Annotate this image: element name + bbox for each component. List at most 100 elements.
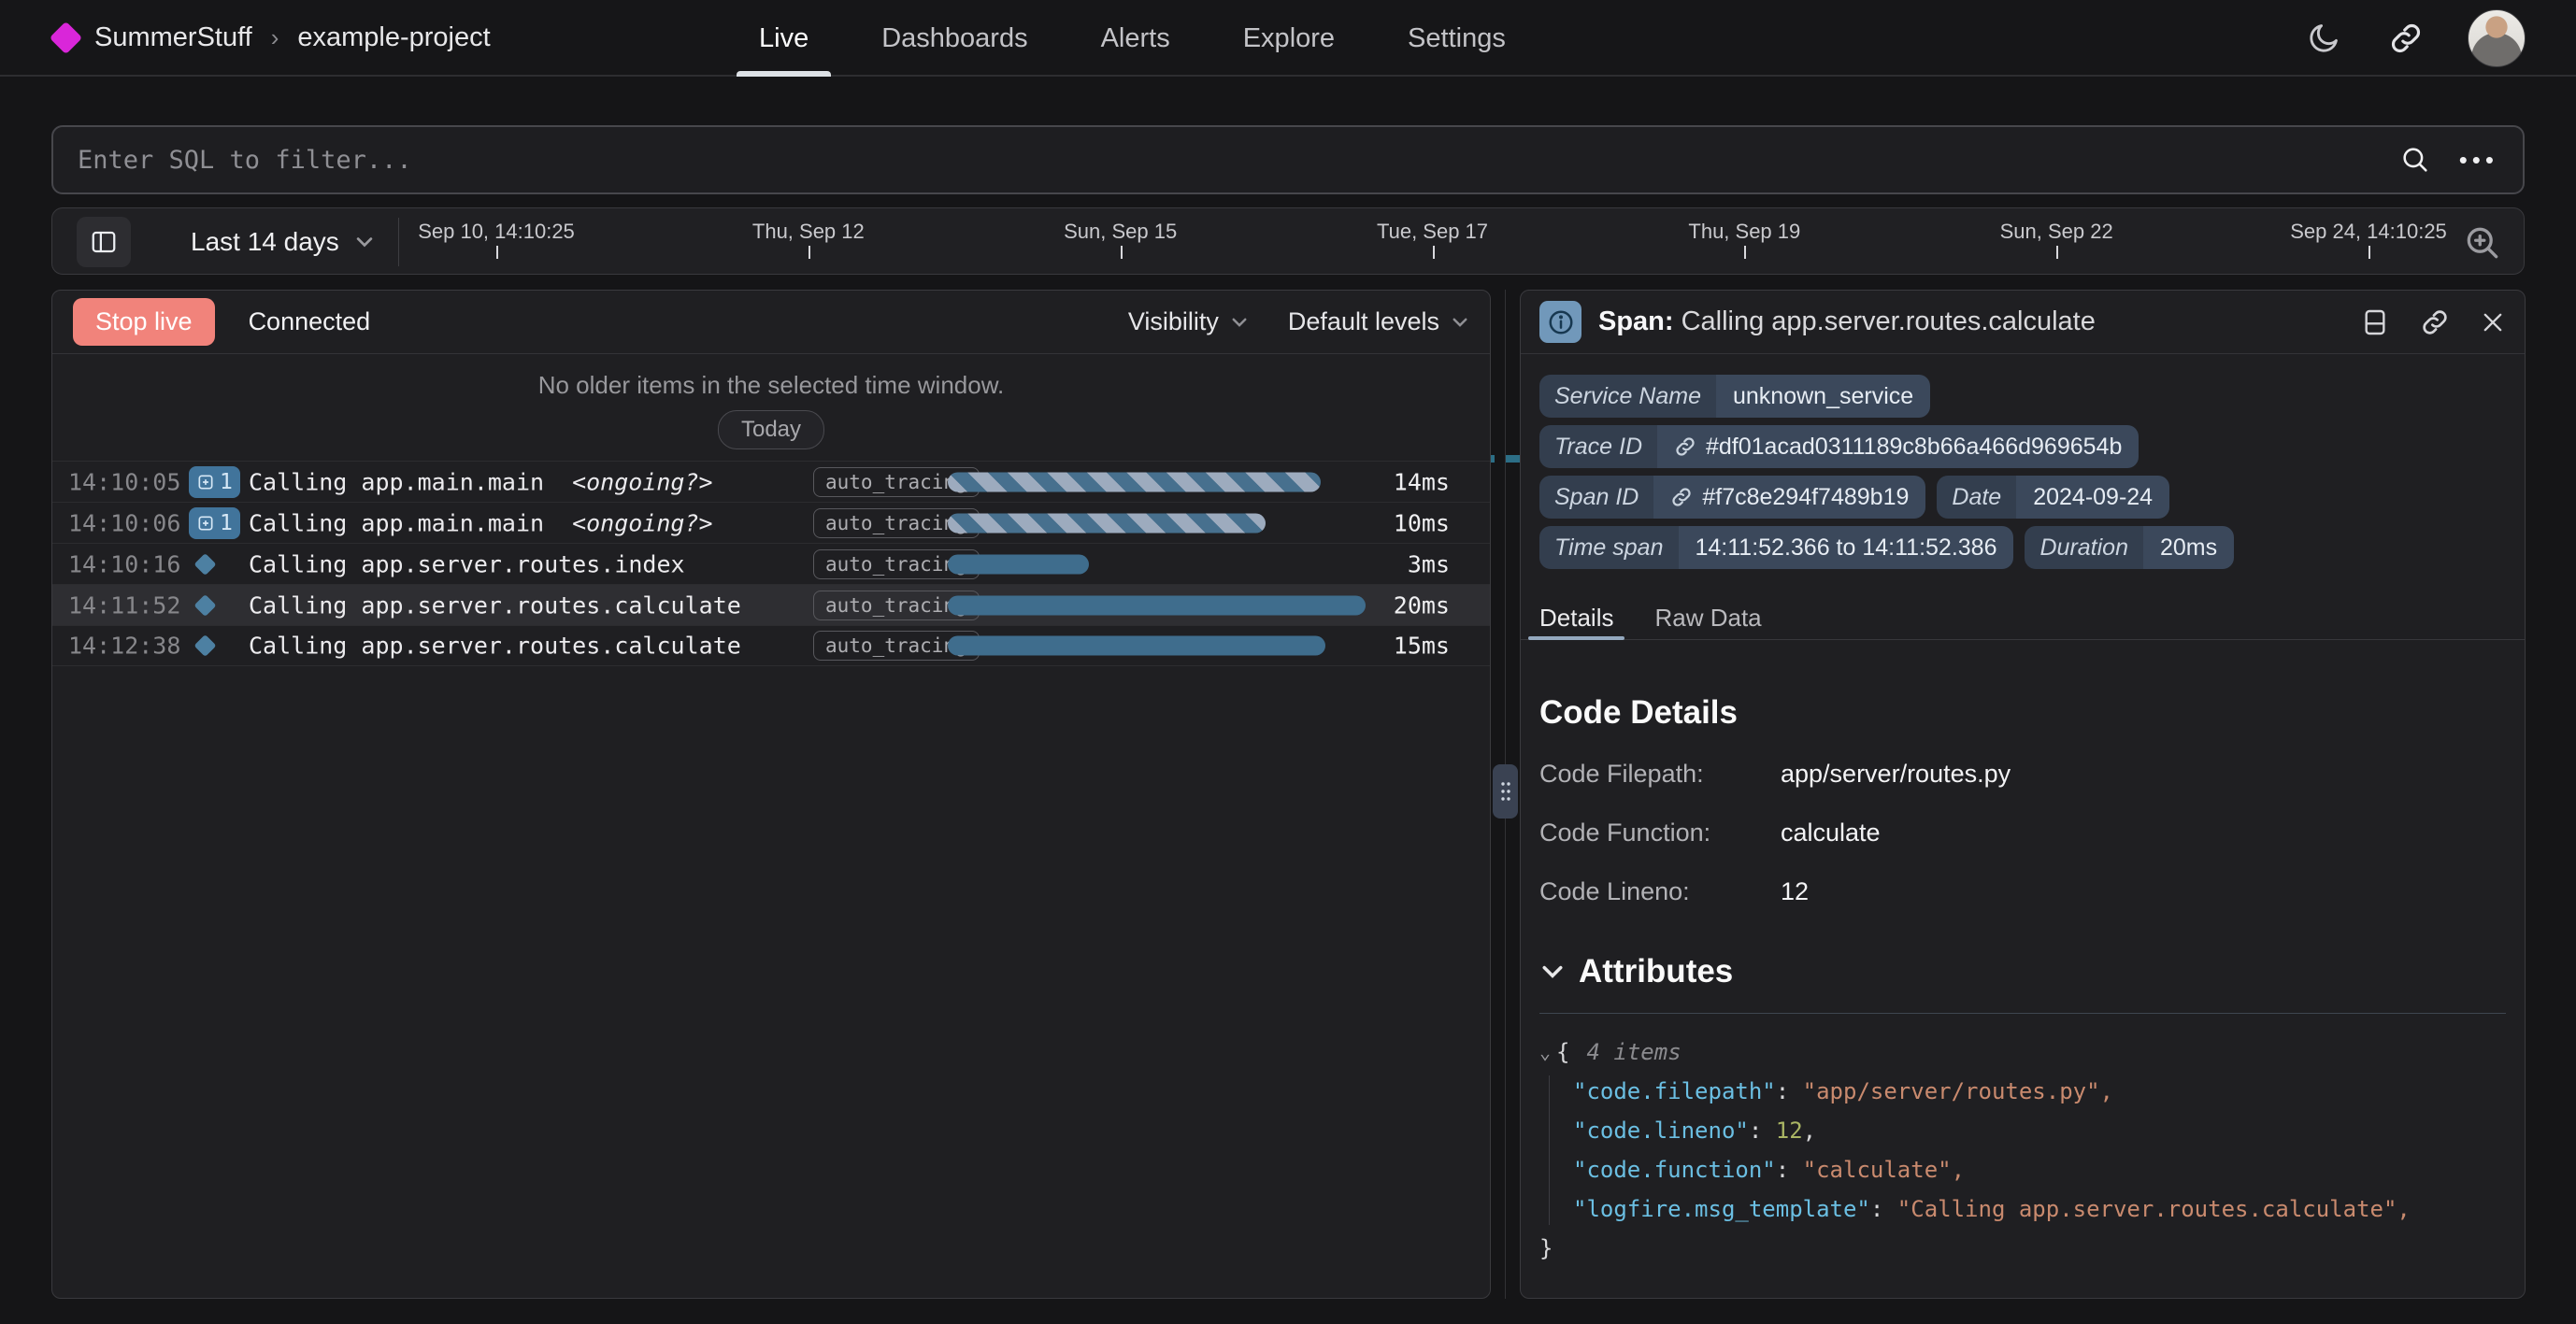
detail-tabs: Details Raw Data: [1521, 597, 2525, 640]
user-avatar[interactable]: [2468, 9, 2526, 67]
log-message-wrap: Calling app.main.main<ongoing?>: [249, 468, 713, 495]
log-row[interactable]: 14:11:52Calling app.server.routes.calcul…: [52, 584, 1490, 625]
breadcrumb-chevron-icon: ›: [271, 23, 279, 52]
badge-row: Trace ID#df01acad0311189c8b66a466d969654…: [1539, 425, 2506, 468]
duration-value: 10ms: [1394, 509, 1450, 536]
ongoing-label: <ongoing?>: [572, 509, 713, 536]
timeline-tick-label: Sun, Sep 15: [1064, 220, 1177, 244]
span-detail-header: Span:Calling app.server.routes.calculate: [1521, 291, 2525, 354]
search-icon[interactable]: [2399, 144, 2431, 176]
code-detail-row: Code Lineno:12: [1539, 877, 2506, 906]
json-close-line: }: [1539, 1229, 2506, 1268]
duration-value: 3ms: [1408, 550, 1450, 577]
today-button[interactable]: Today: [718, 410, 824, 449]
attributes-json-viewer: ⌄ { 4 items "code.filepath": "app/server…: [1539, 1032, 2506, 1268]
theme-moon-icon[interactable]: [2303, 18, 2344, 59]
log-message: Calling app.server.routes.index: [249, 550, 685, 577]
connection-status: Connected: [249, 307, 371, 336]
tab-explore[interactable]: Explore: [1243, 0, 1335, 77]
badge-value: 14:11:52.366 to 14:11:52.386: [1679, 526, 2014, 569]
copy-link-icon[interactable]: [2420, 307, 2450, 337]
log-message: Calling app.server.routes.calculate: [249, 591, 741, 619]
default-levels-dropdown[interactable]: Default levels: [1288, 307, 1469, 336]
stop-live-button[interactable]: Stop live: [73, 298, 215, 346]
badge-value-text: 2024-09-24: [2033, 484, 2153, 511]
span-diamond-icon: [193, 593, 216, 616]
log-message-wrap: Calling app.server.routes.calculate: [249, 591, 741, 619]
dock-panel-icon[interactable]: [2360, 307, 2390, 337]
tab-alerts[interactable]: Alerts: [1101, 0, 1170, 77]
badge-value-text: #f7c8e294f7489b19: [1702, 484, 1909, 511]
code-details-grid: Code Filepath:app/server/routes.pyCode F…: [1539, 760, 2506, 906]
badge-row: Span ID#f7c8e294f7489b19Date2024-09-24: [1539, 476, 2506, 519]
badge-row: Time span14:11:52.366 to 14:11:52.386Dur…: [1539, 526, 2506, 569]
json-comma: ,: [2100, 1078, 2113, 1104]
sql-filter-input[interactable]: [78, 146, 2399, 175]
json-comma: ,: [1952, 1157, 1965, 1183]
tab-live[interactable]: Live: [759, 0, 809, 77]
tab-dashboards[interactable]: Dashboards: [881, 0, 1027, 77]
splitter-grip-icon[interactable]: [1493, 764, 1518, 819]
sidebar-toggle-button[interactable]: [77, 217, 131, 267]
json-open-line: ⌄ { 4 items: [1539, 1032, 2506, 1072]
child-count: 1: [220, 470, 233, 494]
duration-value: 20ms: [1394, 591, 1450, 619]
attributes-heading: Attributes: [1539, 953, 2506, 990]
timeline-tick-mark: [1433, 246, 1435, 259]
duration-value: 15ms: [1394, 633, 1450, 660]
json-comma: ,: [1803, 1118, 1816, 1144]
attributes-collapse-icon[interactable]: [1539, 959, 1566, 985]
code-detail-label: Code Lineno:: [1539, 877, 1781, 906]
log-row[interactable]: 14:12:38Calling app.server.routes.calcul…: [52, 625, 1490, 666]
tab-details[interactable]: Details: [1539, 597, 1613, 639]
json-colon: :: [1749, 1118, 1776, 1144]
expand-children-badge[interactable]: 1: [189, 466, 240, 498]
link-icon[interactable]: [1670, 486, 1693, 508]
log-row[interactable]: 14:10:05 1 Calling app.main.main<ongoing?>…: [52, 461, 1490, 502]
timeline-tick-label: Thu, Sep 12: [752, 220, 865, 244]
child-count: 1: [220, 511, 233, 535]
filter-more-icon[interactable]: •••: [2459, 146, 2498, 175]
chevron-down-icon: [1451, 313, 1469, 332]
chevron-down-icon: [1230, 313, 1249, 332]
time-range-dropdown[interactable]: Last 14 days: [191, 208, 375, 276]
tab-settings[interactable]: Settings: [1408, 0, 1506, 77]
log-message-wrap: Calling app.server.routes.calculate: [249, 633, 741, 660]
json-colon: :: [1776, 1157, 1803, 1183]
link-icon[interactable]: [1674, 435, 1696, 458]
close-icon[interactable]: [2480, 309, 2506, 335]
duration-bar: [948, 636, 1325, 656]
badge-value: 20ms: [2143, 526, 2234, 569]
org-name[interactable]: SummerStuff: [94, 22, 252, 53]
meta-badge-service-name: Service Nameunknown_service: [1539, 375, 1930, 418]
tab-raw-data[interactable]: Raw Data: [1654, 597, 1761, 639]
duration-bar: [948, 513, 1266, 533]
timeline-tick-mark: [1121, 246, 1123, 259]
meta-badge-trace-id: Trace ID#df01acad0311189c8b66a466d969654…: [1539, 425, 2139, 468]
expand-children-badge[interactable]: 1: [189, 507, 240, 539]
json-collapse-icon[interactable]: ⌄: [1539, 1032, 1551, 1072]
timeline-tick-mark: [2056, 246, 2058, 259]
logo-diamond-icon[interactable]: [50, 21, 82, 53]
span-title: Span:Calling app.server.routes.calculate: [1598, 306, 2096, 337]
visibility-dropdown[interactable]: Visibility: [1128, 307, 1249, 336]
span-meta-badges: Service Nameunknown_service Trace ID#df01…: [1539, 375, 2506, 569]
duration-bar: [948, 554, 1089, 574]
span-diamond-icon: [193, 634, 216, 657]
log-message: Calling app.main.main: [249, 468, 544, 495]
badge-label: Date: [1937, 476, 2016, 519]
log-timestamp: 14:10:06: [68, 509, 180, 536]
json-comma: ,: [2397, 1196, 2410, 1222]
share-link-icon[interactable]: [2385, 18, 2426, 59]
timeline-zoom-in-icon[interactable]: [2460, 221, 2505, 265]
badge-value-text: #df01acad0311189c8b66a466d969654b: [1706, 434, 2122, 461]
log-row[interactable]: 14:10:061Calling app.main.main<ongoing?>…: [52, 502, 1490, 543]
log-timestamp: 14:10:05: [68, 468, 180, 495]
badge-label: Time span: [1539, 526, 1679, 569]
timeline-track[interactable]: Sep 10, 14:10:25Thu, Sep 12Sun, Sep 15Tu…: [408, 208, 2421, 276]
json-entry-value: 12: [1776, 1118, 1803, 1144]
log-row[interactable]: 14:10:16Calling app.server.routes.indexa…: [52, 543, 1490, 584]
code-detail-row: Code Filepath:app/server/routes.py: [1539, 760, 2506, 789]
project-name[interactable]: example-project: [297, 22, 490, 53]
json-colon: :: [1776, 1078, 1803, 1104]
